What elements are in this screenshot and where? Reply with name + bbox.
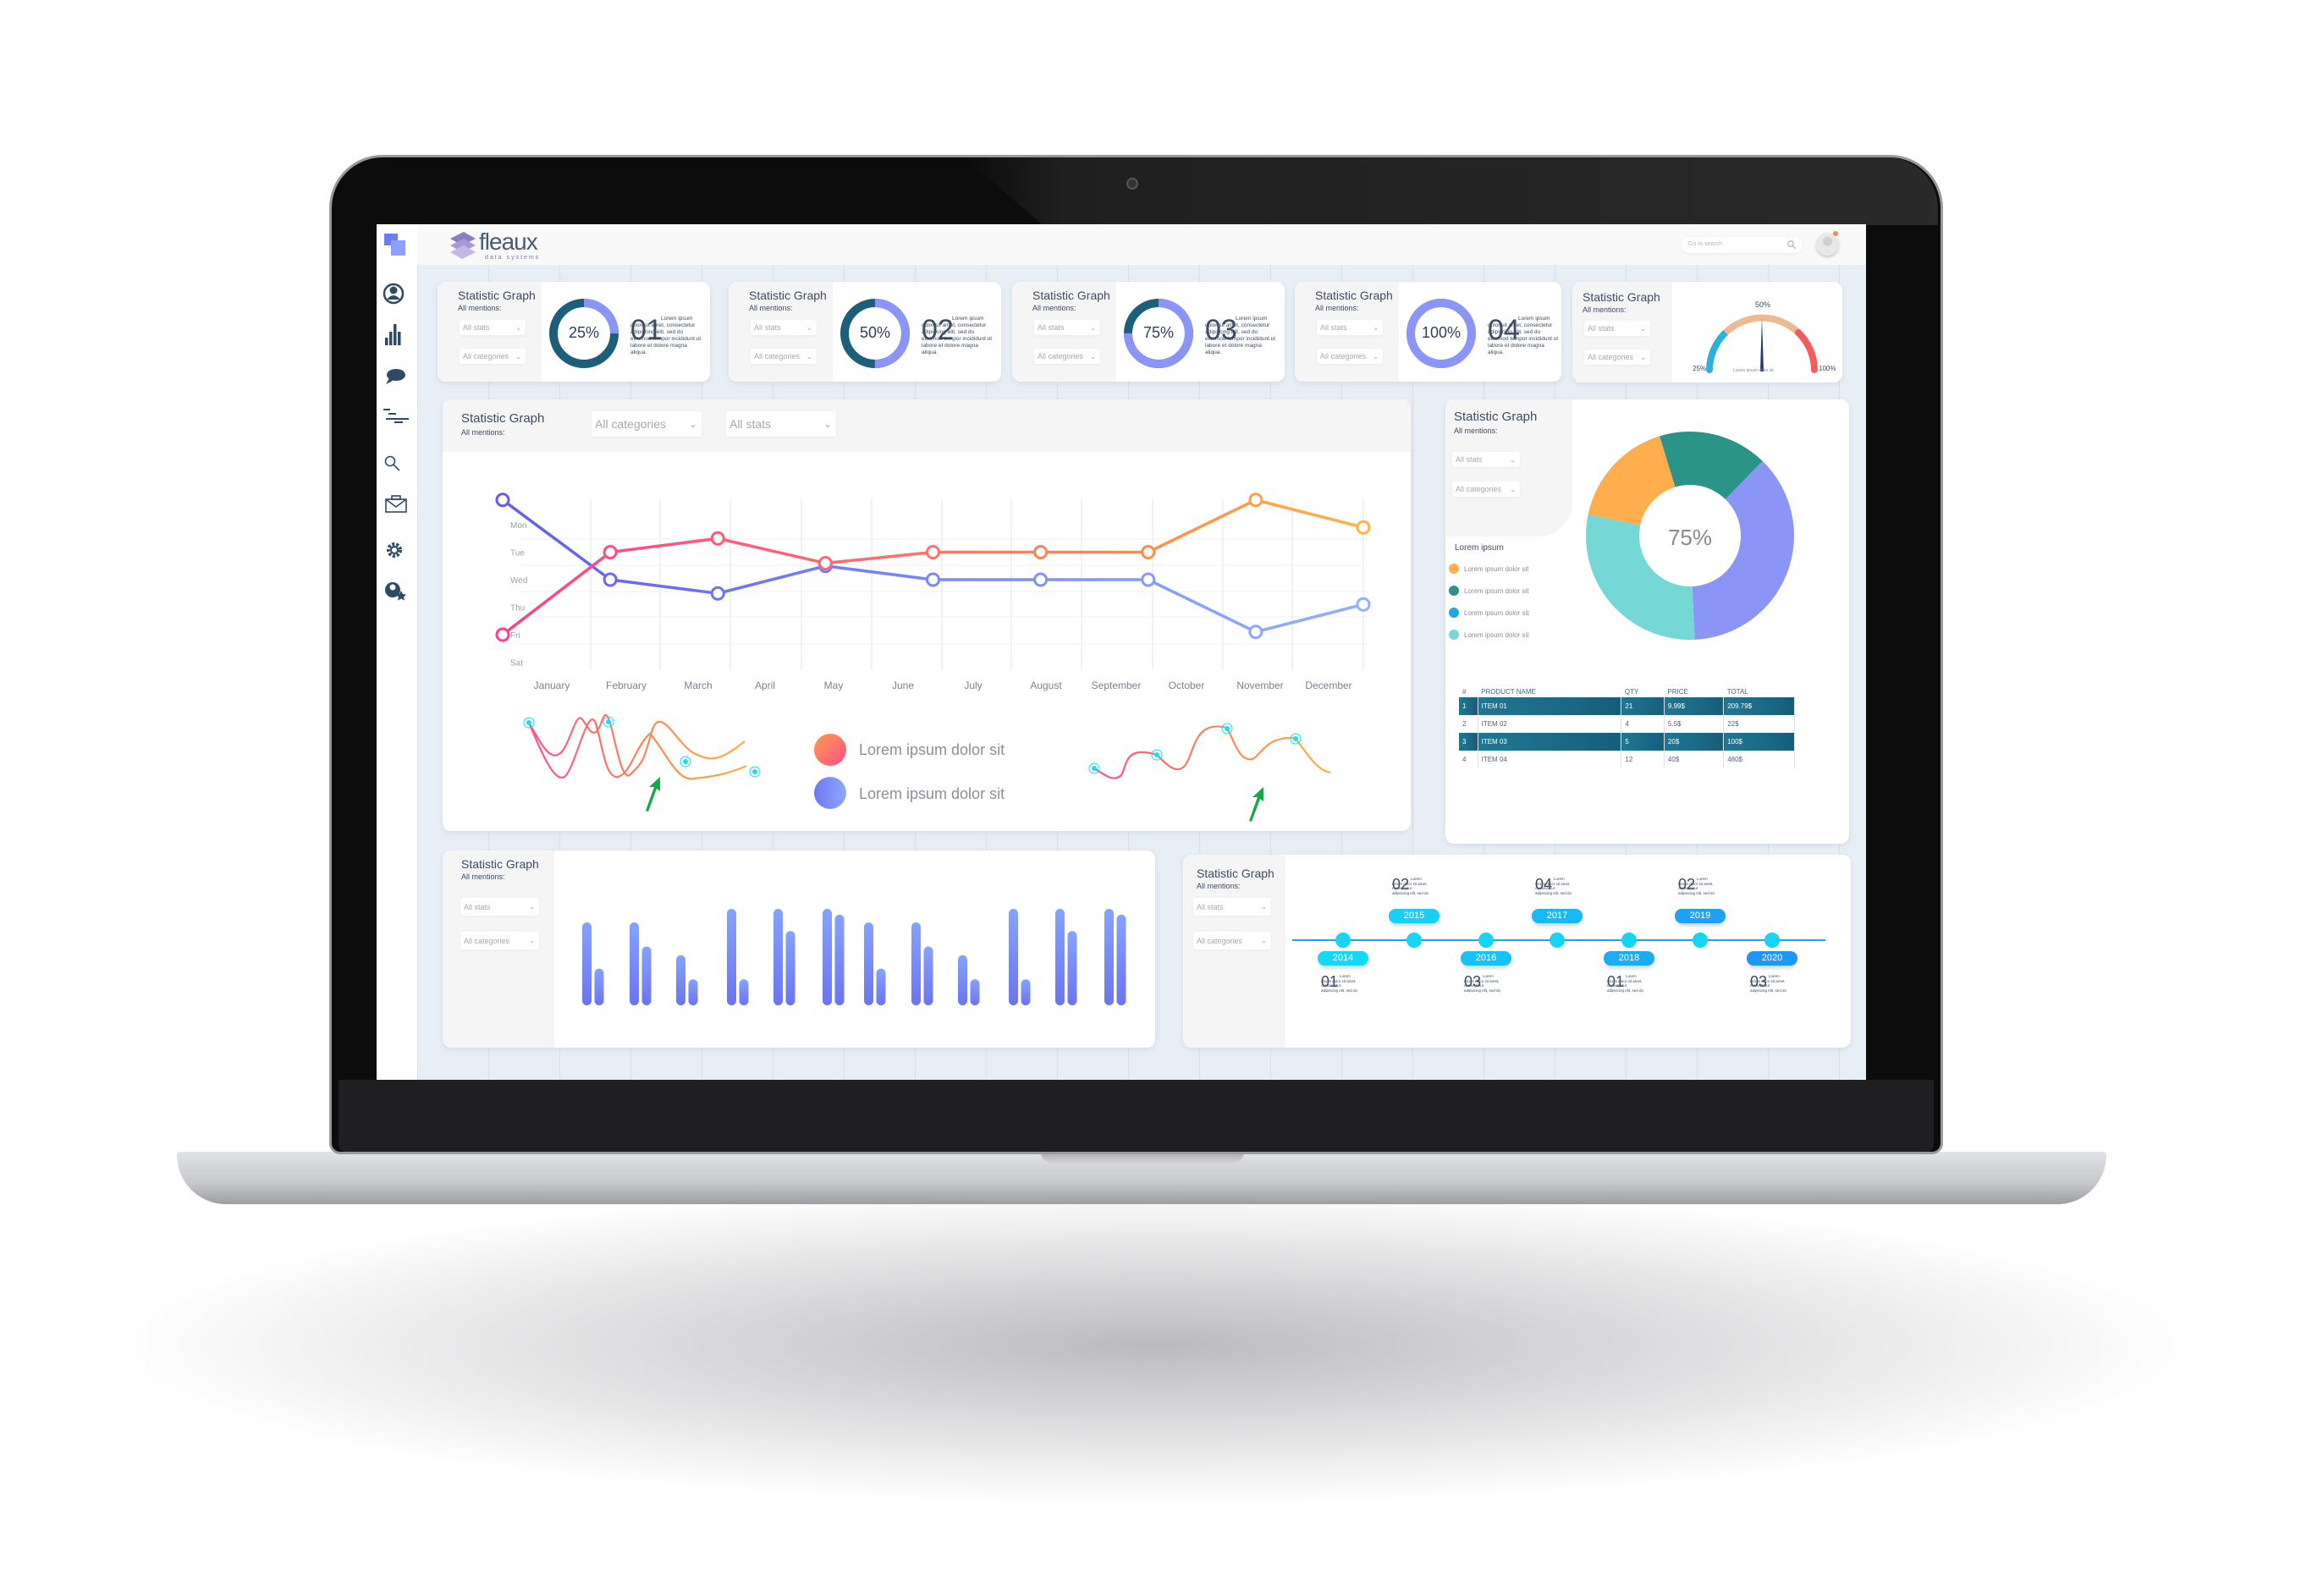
line-point: [710, 586, 725, 601]
bar-chart: [582, 909, 1126, 1005]
bar: [823, 909, 832, 1005]
bar: [688, 979, 698, 1005]
line-point: [603, 545, 618, 559]
sparkline-left: [523, 714, 761, 812]
line-point: [710, 531, 725, 546]
line-point: [817, 556, 833, 570]
x-tick-label: March: [684, 680, 712, 691]
bar: [785, 931, 795, 1005]
x-tick-label: June: [892, 680, 914, 691]
line-point: [1356, 597, 1371, 612]
bar: [727, 909, 736, 1005]
x-tick-label: December: [1305, 680, 1351, 691]
sparkline-point: [683, 759, 688, 764]
line-point: [1248, 493, 1263, 508]
x-tick-label: November: [1236, 680, 1283, 691]
line-point: [1033, 545, 1049, 559]
y-tick-label: Fri: [510, 631, 520, 641]
x-tick-label: August: [1030, 680, 1062, 691]
line-point: [495, 493, 510, 508]
charts-layer: Mon Tue Wed Thu Fri Sat January February March Ap…: [495, 432, 1794, 1005]
bar: [970, 979, 980, 1005]
x-tick-label: January: [534, 680, 570, 691]
line-point: [1141, 545, 1156, 559]
bar: [1067, 931, 1077, 1005]
line-series: [501, 498, 1364, 634]
arrow-up-icon: [1249, 787, 1263, 822]
y-tick-label: Tue: [510, 549, 525, 559]
bar: [1021, 979, 1031, 1005]
sparkline-right: [1088, 723, 1331, 822]
pie-center-label: 75%: [1667, 525, 1713, 550]
bar: [594, 968, 604, 1005]
line-point: [1356, 520, 1371, 535]
x-tick-label: April: [755, 680, 775, 691]
bar: [923, 946, 933, 1005]
x-tick-label: July: [964, 680, 982, 691]
y-tick-label: Thu: [510, 604, 525, 614]
arrow-up-icon: [646, 777, 660, 812]
y-tick-label: Wed: [510, 576, 527, 586]
bar: [876, 968, 886, 1005]
bar: [582, 922, 592, 1005]
x-tick-label: May: [824, 680, 844, 691]
pie-slice: [1588, 436, 1676, 526]
line-point: [1248, 625, 1263, 640]
x-tick-label: February: [606, 680, 647, 691]
line-point: [1141, 572, 1156, 587]
line-point: [926, 545, 940, 559]
bar: [641, 946, 652, 1005]
line-chart: Mon Tue Wed Thu Fri Sat January February March Ap…: [495, 493, 1371, 691]
sparkline-point: [752, 769, 757, 774]
bar: [630, 922, 639, 1005]
bar: [1104, 909, 1114, 1005]
line-point: [603, 572, 618, 587]
bar: [1116, 914, 1126, 1005]
line-point: [926, 572, 940, 587]
bar: [911, 922, 921, 1005]
bar: [958, 955, 967, 1005]
bar: [773, 909, 783, 1005]
sparkline-point: [606, 719, 611, 724]
y-tick-label: Mon: [510, 521, 526, 531]
bar: [1055, 909, 1065, 1005]
line-point: [495, 627, 510, 642]
bar: [834, 914, 845, 1005]
line-series: [501, 498, 1364, 636]
sparkline-point: [526, 720, 531, 725]
x-tick-label: September: [1092, 680, 1142, 691]
x-tick-label: October: [1169, 680, 1205, 691]
bar: [1009, 909, 1018, 1005]
bar: [864, 922, 873, 1005]
bar: [739, 979, 749, 1005]
line-point: [1033, 572, 1049, 587]
y-tick-label: Sat: [510, 659, 523, 669]
bar: [676, 955, 685, 1005]
